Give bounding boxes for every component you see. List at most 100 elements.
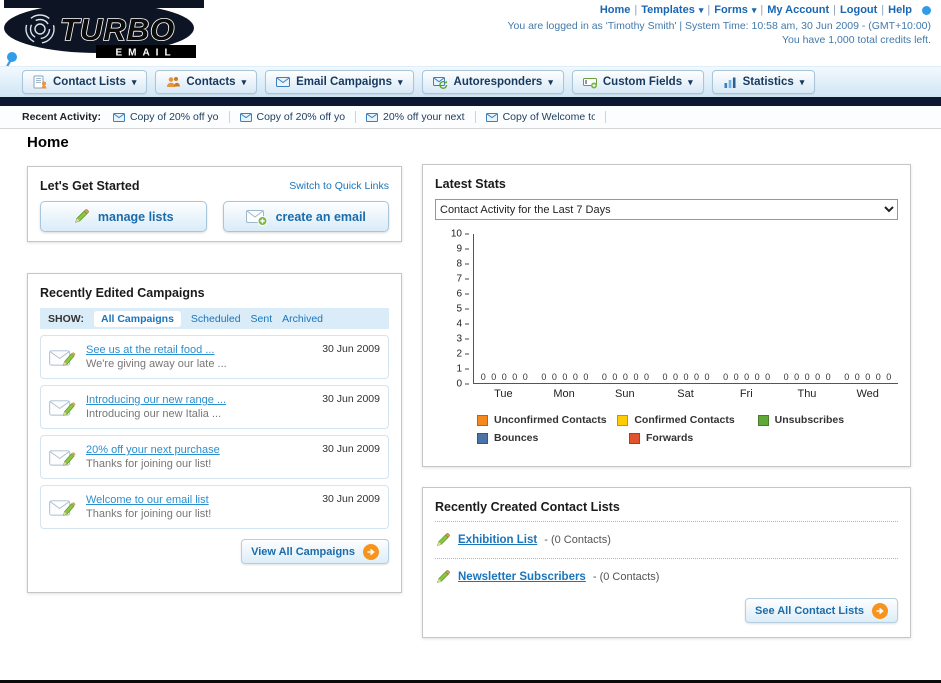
y-tick-label: 10 bbox=[451, 229, 469, 240]
svg-text:TURBO: TURBO bbox=[60, 12, 175, 47]
campaign-row[interactable]: Introducing our new range ... Introducin… bbox=[40, 385, 389, 429]
chevron-down-icon: ▾ bbox=[698, 4, 704, 15]
campaign-title-link[interactable]: See us at the retail food ... bbox=[86, 344, 314, 356]
recent-activity-item[interactable]: Copy of Welcome to bbox=[485, 111, 606, 123]
legend-swatch-forwards bbox=[629, 432, 640, 444]
filter-archived[interactable]: Archived bbox=[282, 313, 323, 325]
header: TURBO EMAIL Home | Templates ▾ | Forms ▾ | My… bbox=[0, 0, 941, 111]
campaign-date: 30 Jun 2009 bbox=[322, 493, 380, 505]
x-axis-label: Sun bbox=[615, 388, 635, 400]
recent-activity-label: Recent Activity: bbox=[22, 111, 101, 123]
legend-item: Confirmed Contacts bbox=[617, 414, 757, 426]
envelope-icon bbox=[366, 112, 379, 122]
envelope-icon bbox=[485, 112, 498, 122]
x-axis-label: Thu bbox=[797, 388, 817, 400]
contact-list-link[interactable]: Exhibition List bbox=[458, 534, 537, 546]
legend-label: Unconfirmed Contacts bbox=[494, 414, 607, 426]
pencil-icon bbox=[435, 532, 451, 548]
top-link-logout[interactable]: Logout bbox=[840, 4, 877, 16]
top-link-forms[interactable]: Forms bbox=[714, 4, 748, 16]
campaign-title-link[interactable]: 20% off your next purchase bbox=[86, 444, 314, 456]
main-nav: Contact Lists ▾ Contacts ▾ Email Campaig… bbox=[0, 66, 941, 97]
y-tick-label: 1 bbox=[456, 364, 469, 375]
stats-period-select[interactable]: Contact Activity for the Last 7 Days bbox=[435, 199, 898, 220]
top-link-home[interactable]: Home bbox=[600, 4, 631, 16]
recent-campaigns-panel: Recently Edited Campaigns SHOW: All Camp… bbox=[27, 273, 402, 593]
pencil-icon bbox=[73, 208, 90, 225]
chart-plot-area: 0 0 0 0 0 0 0 0 0 0 0 0 0 0 0 0 0 0 0 0 0 0 … bbox=[473, 234, 898, 384]
nav-tab-autoresponders[interactable]: Autoresponders ▾ bbox=[421, 70, 564, 94]
filter-scheduled[interactable]: Scheduled bbox=[191, 313, 241, 325]
campaign-title-link[interactable]: Welcome to our email list bbox=[86, 494, 314, 506]
legend-label: Bounces bbox=[494, 432, 539, 444]
envelope-plus-icon bbox=[245, 208, 268, 226]
bar-value-labels: 0 0 0 0 0 bbox=[723, 372, 771, 382]
divider bbox=[435, 521, 898, 522]
create-email-button[interactable]: create an email bbox=[222, 201, 389, 232]
contact-list-item[interactable]: Newsletter Subscribers - (0 Contacts) bbox=[435, 566, 898, 588]
blue-dot-decoration bbox=[922, 5, 931, 15]
recent-activity-bar: Recent Activity: Copy of 20% off yo Copy… bbox=[0, 106, 941, 129]
contact-list-link[interactable]: Newsletter Subscribers bbox=[458, 571, 586, 583]
chevron-down-icon: ▾ bbox=[241, 76, 247, 87]
contact-list-item[interactable]: Exhibition List - (0 Contacts) bbox=[435, 529, 898, 551]
chevron-down-icon: ▾ bbox=[548, 76, 553, 87]
filter-all-campaigns[interactable]: All Campaigns bbox=[93, 310, 181, 327]
recent-activity-item[interactable]: Copy of 20% off yo bbox=[112, 111, 230, 123]
arrow-right-icon bbox=[872, 602, 888, 619]
see-all-contact-lists-button[interactable]: See All Contact Lists bbox=[744, 598, 898, 623]
manage-lists-label: manage lists bbox=[97, 209, 174, 224]
recent-contact-lists-panel: Recently Created Contact Lists Exhibitio… bbox=[422, 487, 911, 638]
legend-label: Confirmed Contacts bbox=[634, 414, 735, 426]
x-axis-label: Wed bbox=[856, 388, 879, 400]
custom-fields-icon bbox=[582, 75, 597, 89]
campaign-subtitle: Introducing our new Italia ... bbox=[86, 408, 222, 420]
nav-tab-label: Statistics bbox=[742, 76, 794, 88]
separator: | bbox=[881, 4, 885, 16]
nav-tab-label: Contacts bbox=[186, 76, 236, 88]
chevron-down-icon: ▾ bbox=[799, 76, 805, 87]
nav-tab-contact-lists[interactable]: Contact Lists ▾ bbox=[22, 70, 148, 94]
campaign-title-link[interactable]: Introducing our new range ... bbox=[86, 394, 314, 406]
manage-lists-button[interactable]: manage lists bbox=[40, 201, 207, 232]
legend-swatch-unconfirmed bbox=[477, 414, 488, 426]
arrow-right-icon bbox=[363, 543, 379, 560]
bar-value-labels: 0 0 0 0 0 bbox=[783, 372, 831, 382]
filter-sent[interactable]: Sent bbox=[251, 313, 273, 325]
recent-activity-text: Copy of 20% off yo bbox=[256, 111, 346, 123]
chevron-down-icon: ▾ bbox=[131, 76, 137, 87]
nav-tab-email-campaigns[interactable]: Email Campaigns ▾ bbox=[265, 70, 414, 94]
campaign-row[interactable]: Welcome to our email list Thanks for joi… bbox=[40, 485, 389, 529]
campaign-row[interactable]: See us at the retail food ... We're givi… bbox=[40, 335, 389, 379]
y-tick-label: 6 bbox=[456, 289, 469, 300]
email-pencil-icon bbox=[49, 397, 78, 418]
chart-y-axis: 0 1 2 3 4 5 6 7 8 9 10 bbox=[435, 229, 473, 390]
campaign-row[interactable]: 20% off your next purchase Thanks for jo… bbox=[40, 435, 389, 479]
top-link-help[interactable]: Help bbox=[888, 4, 912, 16]
y-tick-label: 3 bbox=[456, 334, 469, 345]
recent-activity-item[interactable]: Copy of 20% off yo bbox=[239, 111, 357, 123]
top-link-my-account[interactable]: My Account bbox=[767, 4, 829, 16]
credits-info: You have 1,000 total credits left. bbox=[781, 34, 931, 46]
header-right: Home | Templates ▾ | Forms ▾ | My Account | Lo… bbox=[507, 4, 931, 46]
separator: | bbox=[634, 4, 638, 16]
nav-tab-label: Email Campaigns bbox=[296, 76, 392, 88]
switch-quick-links-link[interactable]: Switch to Quick Links bbox=[289, 180, 389, 192]
nav-tab-custom-fields[interactable]: Custom Fields ▾ bbox=[571, 70, 704, 94]
top-link-templates[interactable]: Templates bbox=[641, 4, 695, 16]
view-all-campaigns-button[interactable]: View All Campaigns bbox=[241, 539, 389, 564]
contacts-icon bbox=[166, 75, 181, 89]
legend-item: Unconfirmed Contacts bbox=[477, 414, 617, 426]
svg-text:EMAIL: EMAIL bbox=[115, 48, 176, 59]
nav-tab-label: Autoresponders bbox=[453, 76, 543, 88]
campaign-date: 30 Jun 2009 bbox=[322, 443, 380, 455]
nav-tab-statistics[interactable]: Statistics ▾ bbox=[711, 70, 816, 94]
nav-tab-label: Custom Fields bbox=[602, 76, 683, 88]
get-started-title: Let's Get Started bbox=[40, 179, 140, 193]
turbo-email-logo: TURBO EMAIL bbox=[4, 0, 204, 59]
nav-tab-contacts[interactable]: Contacts ▾ bbox=[155, 70, 258, 94]
y-tick-label: 8 bbox=[456, 259, 469, 270]
recent-activity-item[interactable]: 20% off your next bbox=[366, 111, 476, 123]
main-content: Home Let's Get Started Switch to Quick L… bbox=[0, 130, 941, 683]
latest-stats-panel: Latest Stats Contact Activity for the La… bbox=[422, 164, 911, 467]
